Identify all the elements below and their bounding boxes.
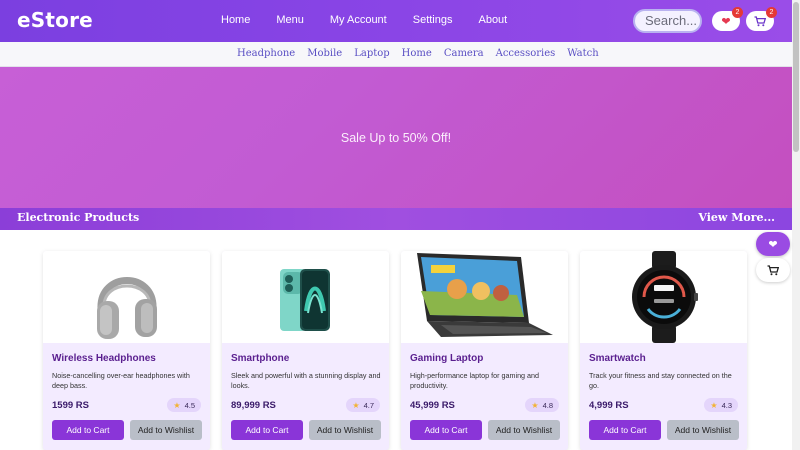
- smartwatch-image: [632, 251, 698, 343]
- star-icon: ★: [352, 400, 360, 410]
- product-name: Smartphone: [231, 353, 290, 364]
- rating-value: 4.7: [363, 400, 374, 410]
- product-card-smartwatch: Smartwatch Track your fitness and stay c…: [580, 251, 747, 450]
- product-card-gaming-laptop: Gaming Laptop High-performance laptop fo…: [401, 251, 568, 450]
- store-logo[interactable]: eStore: [17, 8, 93, 32]
- product-description: Noise-cancelling over-ear headphones wit…: [52, 371, 190, 390]
- product-card-headphones: Wireless Headphones Noise-cancelling ove…: [43, 251, 210, 450]
- cart-icon: [767, 264, 779, 275]
- section-header: Electronic Products View More...: [0, 208, 792, 230]
- product-price: 4,999 RS: [589, 400, 629, 411]
- category-laptop[interactable]: Laptop: [354, 48, 389, 59]
- rating-value: 4.5: [184, 400, 195, 410]
- category-mobile[interactable]: Mobile: [307, 48, 342, 59]
- add-to-wishlist-button[interactable]: Add to Wishlist: [488, 420, 560, 440]
- add-to-wishlist-button[interactable]: Add to Wishlist: [130, 420, 202, 440]
- category-home[interactable]: Home: [402, 48, 432, 59]
- rating-value: 4.3: [721, 400, 732, 410]
- headphones-image: [97, 277, 157, 339]
- rating-value: 4.8: [542, 400, 553, 410]
- nav-about[interactable]: About: [478, 14, 507, 26]
- product-price: 1599 RS: [52, 400, 89, 411]
- product-price: 89,999 RS: [231, 400, 276, 411]
- product-image: [580, 251, 747, 343]
- product-rating: ★ 4.5: [167, 398, 201, 412]
- floating-cart-button[interactable]: [756, 258, 790, 282]
- cart-icon: [754, 15, 766, 26]
- section-title: Electronic Products: [17, 211, 140, 224]
- nav-settings[interactable]: Settings: [413, 14, 453, 26]
- add-to-wishlist-button[interactable]: Add to Wishlist: [667, 420, 739, 440]
- view-more-link[interactable]: View More...: [698, 211, 775, 224]
- nav-home[interactable]: Home: [221, 14, 250, 26]
- product-image: [222, 251, 389, 343]
- product-rating: ★ 4.8: [525, 398, 559, 412]
- main-nav: Home Menu My Account Settings About: [221, 14, 533, 26]
- scrollbar-thumb[interactable]: [793, 2, 799, 152]
- add-to-cart-button[interactable]: Add to Cart: [231, 420, 303, 440]
- star-icon: ★: [710, 400, 718, 410]
- top-header: eStore Home Menu My Account Settings Abo…: [0, 0, 792, 42]
- product-description: Sleek and powerful with a stunning displ…: [231, 371, 381, 390]
- category-bar: Headphone Mobile Laptop Home Camera Acce…: [0, 42, 792, 67]
- product-image: [401, 251, 568, 343]
- heart-icon: ❤: [768, 237, 778, 251]
- product-card-smartphone: Smartphone Sleek and powerful with a stu…: [222, 251, 389, 450]
- cart-count-badge: 2: [766, 7, 777, 18]
- add-to-cart-button[interactable]: Add to Cart: [52, 420, 124, 440]
- nav-menu[interactable]: Menu: [276, 14, 304, 26]
- add-to-cart-button[interactable]: Add to Cart: [589, 420, 661, 440]
- add-to-wishlist-button[interactable]: Add to Wishlist: [309, 420, 381, 440]
- cart-button[interactable]: 2: [746, 7, 777, 31]
- category-headphone[interactable]: Headphone: [237, 48, 295, 59]
- wishlist-button[interactable]: ❤ 2: [712, 7, 743, 31]
- wishlist-count-badge: 2: [732, 7, 743, 18]
- star-icon: ★: [173, 400, 181, 410]
- product-price: 45,999 RS: [410, 400, 455, 411]
- category-watch[interactable]: Watch: [567, 48, 598, 59]
- floating-wishlist-button[interactable]: ❤: [756, 232, 790, 256]
- smartphone-image: [280, 269, 330, 331]
- product-description: Track your fitness and stay connected on…: [589, 371, 732, 390]
- nav-my-account[interactable]: My Account: [330, 14, 387, 26]
- product-rating: ★ 4.7: [346, 398, 380, 412]
- category-accessories[interactable]: Accessories: [496, 48, 556, 59]
- product-description: High-performance laptop for gaming and p…: [410, 371, 540, 390]
- category-camera[interactable]: Camera: [444, 48, 484, 59]
- laptop-image: [417, 253, 553, 337]
- hero-text: Sale Up to 50% Off!: [340, 130, 452, 145]
- product-rating: ★ 4.3: [704, 398, 738, 412]
- hero-banner: Sale Up to 50% Off!: [0, 67, 792, 208]
- search-input[interactable]: Search...: [633, 9, 702, 33]
- heart-icon: ❤: [721, 14, 731, 28]
- star-icon: ★: [531, 400, 539, 410]
- add-to-cart-button[interactable]: Add to Cart: [410, 420, 482, 440]
- product-name: Smartwatch: [589, 353, 646, 364]
- product-image: [43, 251, 210, 343]
- product-name: Wireless Headphones: [52, 353, 156, 364]
- product-name: Gaming Laptop: [410, 353, 484, 364]
